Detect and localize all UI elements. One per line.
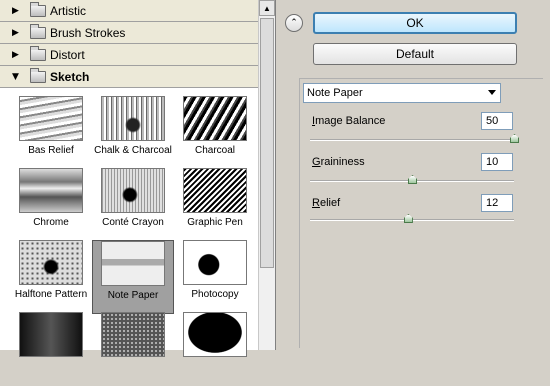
filter-label: Chalk & Charcoal: [94, 145, 172, 156]
image-balance-slider[interactable]: [310, 134, 519, 143]
graininess-label: Graininess: [312, 156, 365, 168]
filter-thumb-halftone-pattern[interactable]: Halftone Pattern: [10, 240, 92, 314]
ok-button[interactable]: OK: [313, 12, 517, 34]
filter-preview-image: [101, 96, 165, 141]
filter-preview-image: [19, 96, 83, 141]
filter-thumb-conte-crayon[interactable]: Conté Crayon: [92, 168, 174, 242]
filter-thumb-graphic-pen[interactable]: Graphic Pen: [174, 168, 256, 242]
category-distort[interactable]: ▶ Distort: [0, 44, 258, 66]
category-label: Distort: [50, 47, 85, 62]
scroll-up-icon[interactable]: ▲: [259, 0, 275, 16]
double-chevron-up-icon[interactable]: ⌃: [285, 14, 303, 32]
folder-icon: [30, 23, 46, 39]
filter-preview-image: [101, 241, 165, 286]
filter-label: Graphic Pen: [187, 217, 243, 228]
filter-select[interactable]: Note Paper: [303, 83, 501, 103]
folder-icon: [30, 1, 46, 17]
filter-gallery: ▶ Artistic ▶ Brush Strokes ▶ Distort ▼ S…: [0, 0, 276, 357]
filter-preview-image: [183, 96, 247, 141]
graininess-field[interactable]: 10: [481, 153, 513, 171]
category-sketch[interactable]: ▼ Sketch: [0, 66, 258, 88]
folder-open-icon: [30, 67, 46, 83]
filter-preview-image: [19, 312, 83, 357]
filter-label: Charcoal: [194, 145, 236, 156]
filter-preview-image: [183, 168, 247, 213]
filter-preview-image: [101, 168, 165, 213]
category-brush-strokes[interactable]: ▶ Brush Strokes: [0, 22, 258, 44]
filter-label: Bas Relief: [28, 145, 74, 156]
settings-group: Note Paper Image Balance 50 Graininess 1…: [299, 78, 543, 348]
filter-thumb-charcoal[interactable]: Charcoal: [174, 96, 256, 170]
relief-label: Relief: [312, 197, 341, 209]
filter-label: Photocopy: [191, 289, 239, 300]
filter-thumb-photocopy[interactable]: Photocopy: [174, 240, 256, 314]
filter-preview-image: [19, 168, 83, 213]
gallery-scrollbar[interactable]: ▲: [258, 0, 275, 350]
category-artistic[interactable]: ▶ Artistic: [0, 0, 258, 22]
filter-thumb-chrome[interactable]: Chrome: [10, 168, 92, 242]
filter-label: Halftone Pattern: [14, 289, 88, 300]
triangle-down-icon[interactable]: ▼: [12, 72, 22, 82]
filter-thumb-note-paper[interactable]: Note Paper: [92, 240, 174, 314]
filter-preview-image: [183, 312, 247, 357]
slider-knob[interactable]: [510, 134, 519, 143]
image-balance-label: Image Balance: [312, 115, 386, 127]
slider-knob[interactable]: [408, 175, 417, 184]
filter-thumb-partial[interactable]: [10, 312, 92, 386]
default-button[interactable]: Default: [313, 43, 517, 65]
filter-thumb-partial[interactable]: [92, 312, 174, 386]
slider-knob[interactable]: [403, 214, 413, 223]
filter-label: Conté Crayon: [102, 217, 164, 228]
folder-icon: [30, 45, 46, 61]
filter-label: Note Paper: [107, 290, 159, 301]
category-label: Brush Strokes: [50, 25, 126, 40]
category-label: Sketch: [50, 69, 90, 84]
scroll-thumb[interactable]: [260, 18, 274, 268]
filter-thumb-partial[interactable]: [174, 312, 256, 386]
filter-preview-image: [183, 240, 247, 285]
filter-thumb-chalk-charcoal[interactable]: Chalk & Charcoal: [92, 96, 174, 170]
triangle-right-icon[interactable]: ▶: [12, 28, 22, 38]
filter-label: Chrome: [33, 217, 69, 228]
filter-select-value: Note Paper: [307, 87, 363, 99]
triangle-right-icon[interactable]: ▶: [12, 50, 22, 60]
graininess-slider[interactable]: [310, 175, 514, 184]
filter-preview-image: [101, 312, 165, 357]
category-label: Artistic: [50, 3, 86, 18]
relief-slider[interactable]: [310, 214, 514, 223]
filter-thumb-bas-relief[interactable]: Bas Relief: [10, 96, 92, 170]
image-balance-field[interactable]: 50: [481, 112, 513, 130]
relief-field[interactable]: 12: [481, 194, 513, 212]
chevron-down-icon: [488, 90, 496, 95]
filter-preview-image: [19, 240, 83, 285]
triangle-right-icon[interactable]: ▶: [12, 6, 22, 16]
filter-settings-panel: ⌃ OK Default Note Paper Image Balance 50…: [277, 0, 550, 350]
